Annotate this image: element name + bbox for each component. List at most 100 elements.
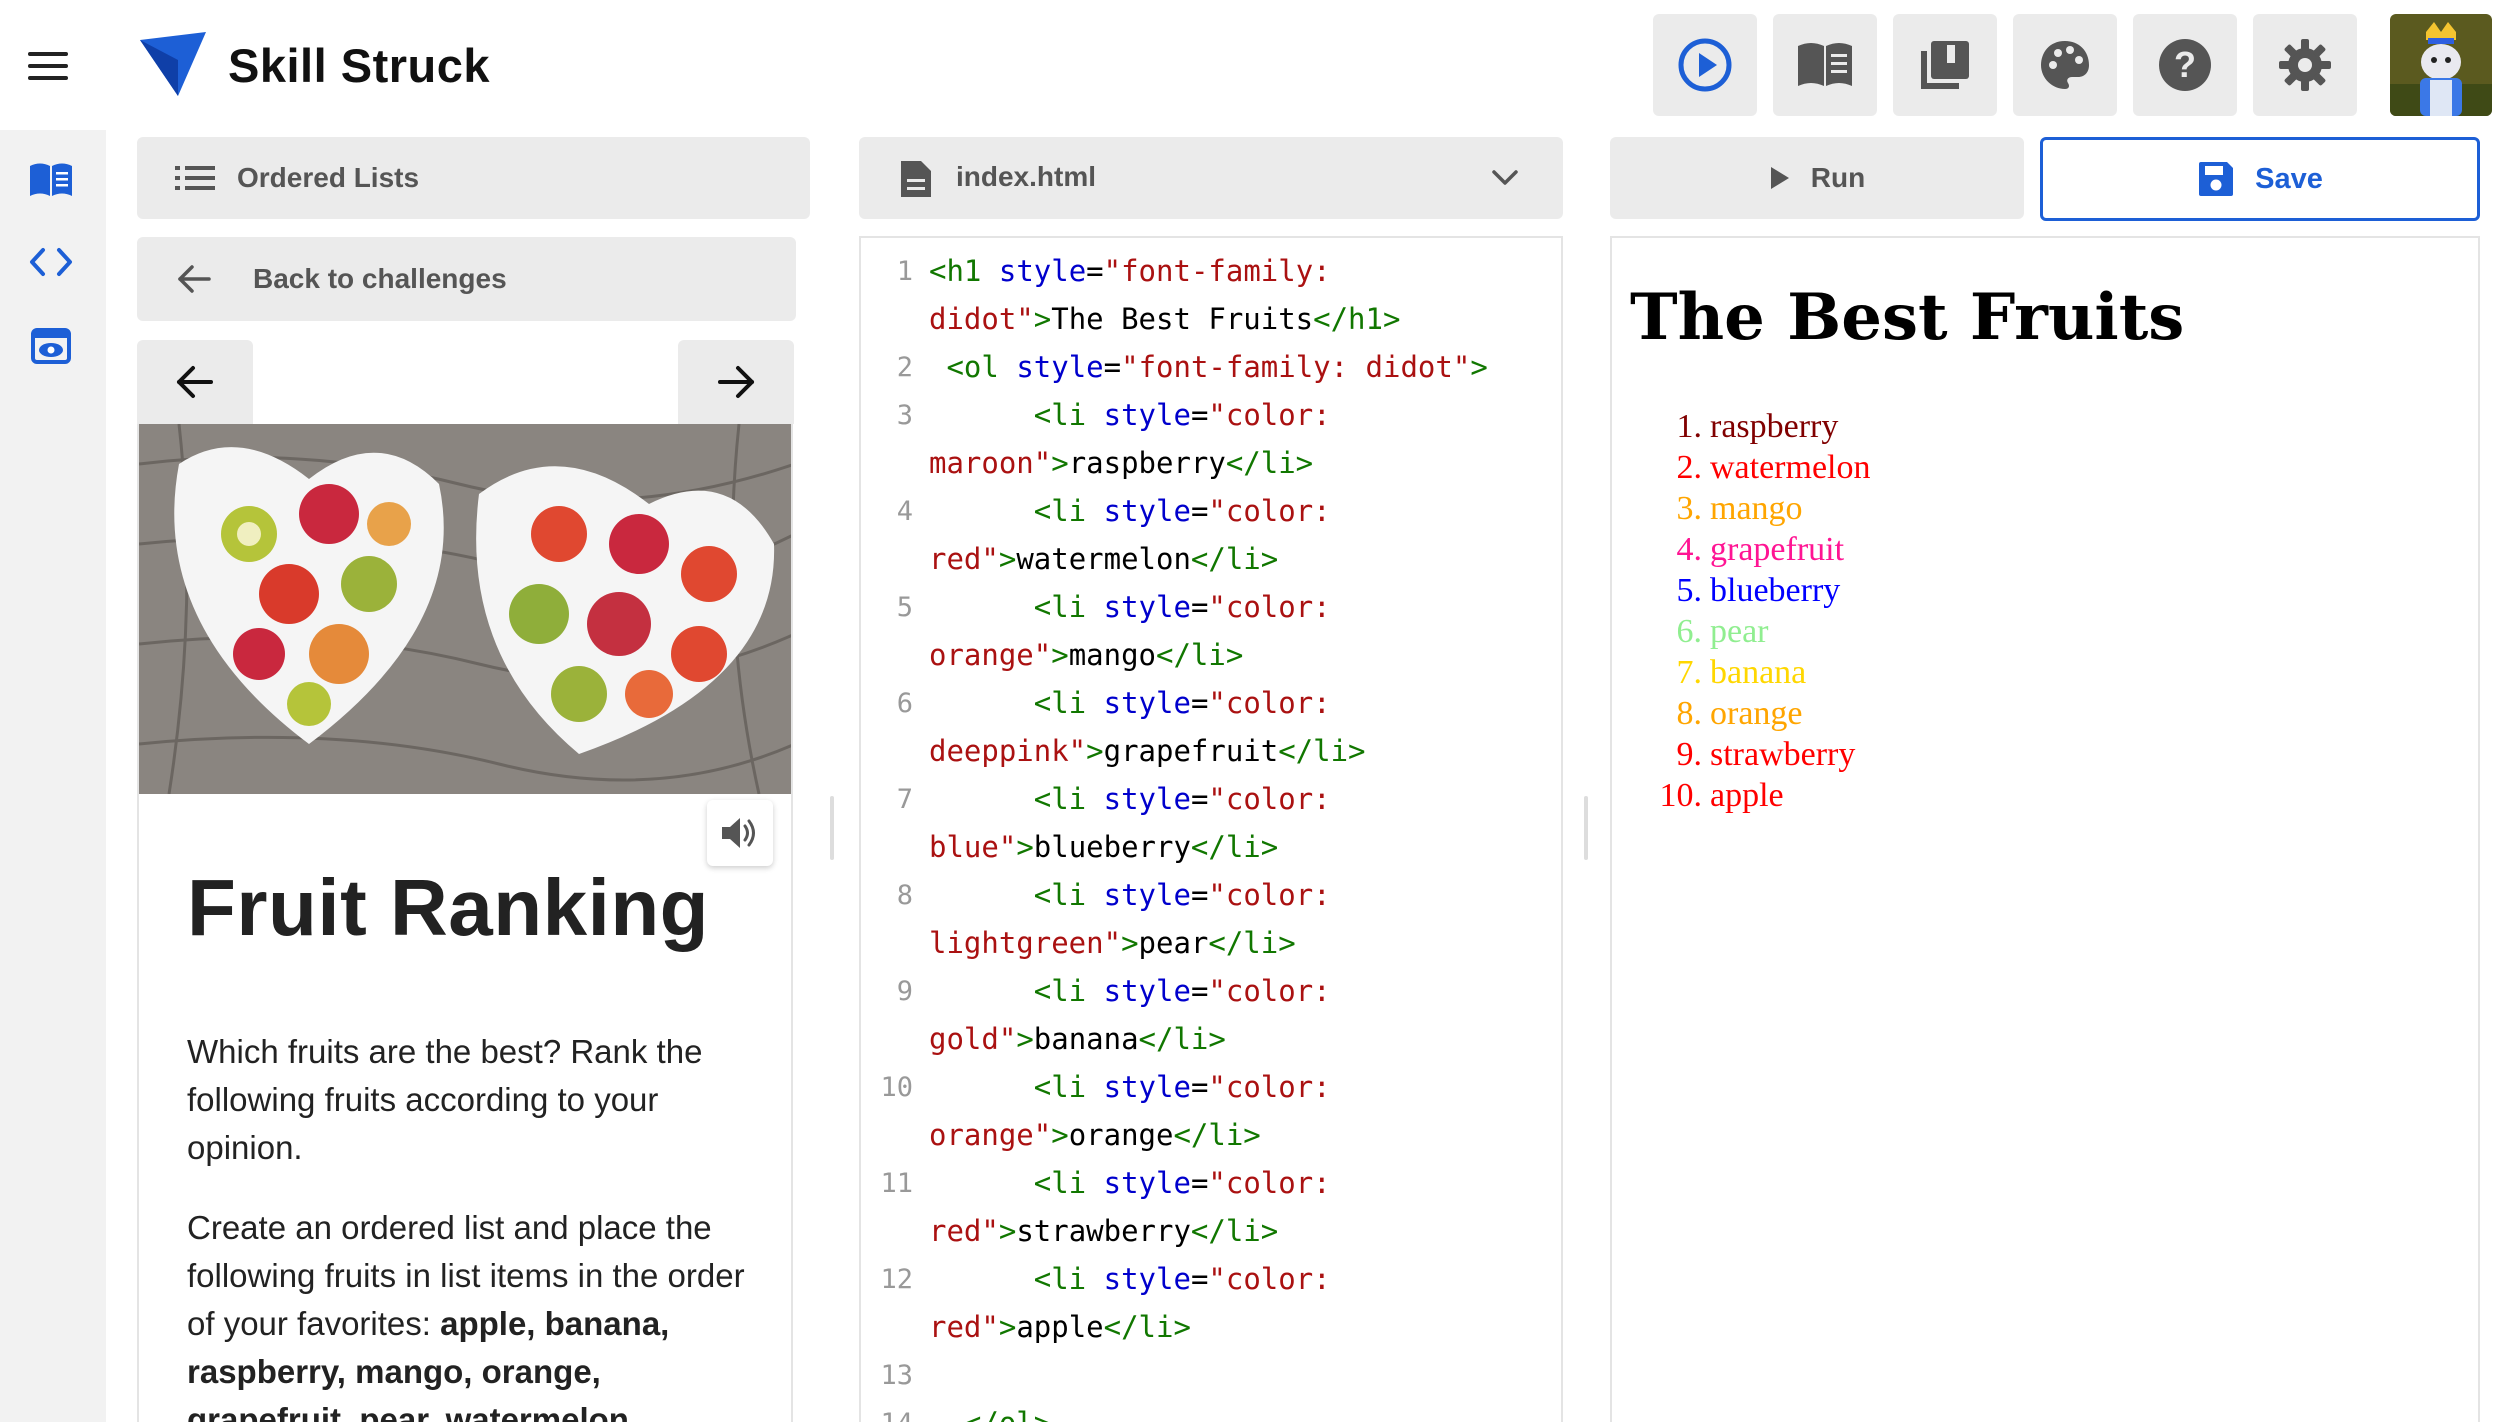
code-line: <li style="color: bbox=[1033, 1070, 1331, 1104]
line-number: 9 bbox=[896, 976, 913, 1007]
brand-name: Skill Struck bbox=[228, 39, 490, 92]
preview-list-item: 8. orange bbox=[1630, 693, 1871, 734]
output-preview: The Best Fruits 1. raspberry 2. watermelon 3… bbox=[1610, 236, 2480, 1422]
code-editor[interactable]: 1234567891011121314 <h1 style="font-fami… bbox=[859, 236, 1563, 1422]
preview-list-item: 4. grapefruit bbox=[1630, 529, 1871, 570]
save-button[interactable]: Save bbox=[2040, 137, 2480, 221]
arrow-left-icon bbox=[178, 265, 211, 293]
list-item-text: watermelon bbox=[1710, 449, 1871, 486]
list-item-number: 6. bbox=[1676, 613, 1703, 650]
code-line: red">strawberry</li> bbox=[929, 1214, 1279, 1248]
line-number: 2 bbox=[896, 352, 913, 383]
list-item-text: raspberry bbox=[1710, 408, 1839, 445]
code-line: red">apple</li> bbox=[929, 1310, 1191, 1344]
resize-handle-left[interactable] bbox=[830, 796, 834, 860]
preview-list-item: 5. blueberry bbox=[1630, 570, 1871, 611]
line-number: 7 bbox=[896, 784, 913, 815]
filename-label: index.html bbox=[956, 161, 1097, 192]
preview-ordered-list: 1. raspberry 2. watermelon 3. mango 4. grapefru… bbox=[1630, 406, 1871, 816]
code-line: <h1 style="font-family: bbox=[929, 254, 1331, 288]
user-avatar[interactable] bbox=[2390, 14, 2492, 116]
previous-step-button[interactable] bbox=[137, 340, 253, 424]
play-circle-icon bbox=[1678, 38, 1732, 92]
code-line: lightgreen">pear</li> bbox=[929, 926, 1296, 960]
open-book-icon bbox=[1798, 43, 1852, 86]
back-to-challenges-button[interactable]: Back to challenges bbox=[137, 237, 796, 321]
settings-button[interactable] bbox=[2253, 14, 2357, 116]
line-number: 8 bbox=[896, 880, 913, 911]
list-item-text: apple bbox=[1710, 777, 1784, 814]
line-number: 3 bbox=[896, 400, 913, 431]
save-floppy-icon bbox=[2199, 162, 2234, 196]
resize-handle-right[interactable] bbox=[1584, 796, 1588, 860]
file-selector[interactable]: index.html bbox=[859, 137, 1563, 219]
code-line: orange">mango</li> bbox=[929, 638, 1244, 672]
list-item-number: 8. bbox=[1676, 695, 1703, 732]
rail-preview-button[interactable] bbox=[26, 324, 76, 368]
list-item-text: banana bbox=[1710, 654, 1807, 691]
lesson-card: Fruit Ranking Which fruits are the best?… bbox=[137, 424, 793, 1422]
instructions-button[interactable] bbox=[1773, 14, 1877, 116]
user-avatar-icon bbox=[2390, 14, 2492, 116]
code-line: <li style="color: bbox=[1033, 1166, 1331, 1200]
list-icon bbox=[175, 166, 215, 190]
line-number: 1 bbox=[896, 256, 913, 287]
library-button[interactable] bbox=[1893, 14, 1997, 116]
preview-list-item: 6. pear bbox=[1630, 611, 1871, 652]
list-item-number: 1. bbox=[1676, 408, 1703, 445]
code-line: <li style="color: bbox=[1033, 590, 1331, 624]
code-line: didot">The Best Fruits</h1> bbox=[929, 302, 1401, 336]
line-number-gutter: 1234567891011121314 bbox=[861, 238, 919, 1422]
run-button[interactable]: Run bbox=[1610, 137, 2024, 219]
code-line: <ol style="font-family: didot"> bbox=[946, 350, 1488, 384]
help-button[interactable]: ? bbox=[2133, 14, 2237, 116]
back-to-challenges-label: Back to challenges bbox=[253, 263, 507, 294]
list-item-text: strawberry bbox=[1710, 736, 1856, 773]
menu-icon[interactable] bbox=[28, 52, 68, 82]
list-item-text: pear bbox=[1710, 613, 1769, 650]
save-label: Save bbox=[2255, 162, 2323, 195]
line-number: 13 bbox=[880, 1360, 913, 1391]
code-line: red">watermelon</li> bbox=[929, 542, 1279, 576]
help-icon: ? bbox=[2159, 39, 2211, 91]
app: Skill Struck ? Ordered Lists Back to cha… bbox=[0, 0, 2506, 1422]
code-line: <li style="color: bbox=[1033, 1262, 1331, 1296]
lesson-title: Fruit Ranking bbox=[187, 863, 710, 952]
list-item-text: grapefruit bbox=[1710, 531, 1845, 568]
arrow-right-icon bbox=[718, 366, 754, 398]
run-toolbar-button[interactable] bbox=[1653, 14, 1757, 116]
read-aloud-button[interactable] bbox=[707, 800, 773, 866]
file-document-icon bbox=[901, 161, 931, 197]
arrow-left-icon bbox=[177, 366, 213, 398]
preview-list-item: 7. banana bbox=[1630, 652, 1871, 693]
rail-code-button[interactable] bbox=[26, 240, 76, 284]
list-item-number: 5. bbox=[1676, 572, 1703, 609]
code-line: blue">blueberry</li> bbox=[929, 830, 1279, 864]
preview-list-item: 9. strawberry bbox=[1630, 734, 1871, 775]
play-icon bbox=[1770, 167, 1789, 189]
next-step-button[interactable] bbox=[678, 340, 794, 424]
list-item-number: 7. bbox=[1676, 654, 1703, 691]
preview-heading: The Best Fruits bbox=[1630, 280, 2185, 355]
code-line: <li style="color: bbox=[1033, 494, 1331, 528]
code-line: <li style="color: bbox=[1033, 878, 1331, 912]
code-line: <li style="color: bbox=[1033, 974, 1331, 1008]
fruit-bowls-image bbox=[139, 424, 791, 794]
svg-text:?: ? bbox=[2174, 44, 2196, 85]
skill-struck-logo bbox=[140, 32, 206, 96]
line-number: 4 bbox=[896, 496, 913, 527]
code-brackets-icon bbox=[30, 248, 72, 276]
rail-lesson-button[interactable] bbox=[26, 158, 76, 202]
chevron-down-icon bbox=[1492, 170, 1518, 185]
list-item-number: 2. bbox=[1676, 449, 1703, 486]
run-label: Run bbox=[1810, 162, 1866, 193]
code-line: </ol> bbox=[929, 1406, 1051, 1422]
left-rail bbox=[0, 130, 106, 1422]
list-item-number: 10. bbox=[1659, 777, 1703, 814]
lesson-paragraph-1: Which fruits are the best? Rank the foll… bbox=[187, 1033, 703, 1166]
library-books-icon bbox=[1921, 41, 1969, 89]
line-number: 12 bbox=[880, 1264, 913, 1295]
theme-button[interactable] bbox=[2013, 14, 2117, 116]
code-line: <li style="color: bbox=[1033, 398, 1331, 432]
line-number: 14 bbox=[861, 1408, 913, 1422]
